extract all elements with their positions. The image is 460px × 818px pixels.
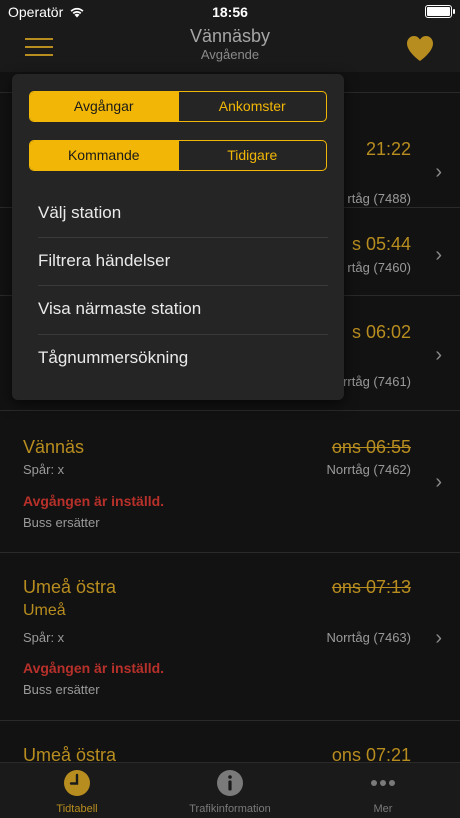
departure-time: ons 07:21 bbox=[331, 745, 411, 762]
destination: Vännäs bbox=[23, 437, 85, 457]
destination: Umeå östra bbox=[23, 745, 117, 762]
tab-traffic-info[interactable]: Trafikinformation bbox=[155, 769, 305, 815]
status-time: 18:56 bbox=[212, 4, 248, 20]
menu-item-nearest-station[interactable]: Visa närmaste station bbox=[38, 285, 328, 333]
segment-upcoming[interactable]: Kommande bbox=[30, 141, 178, 170]
train-number: rrtåg (7461) bbox=[343, 374, 411, 389]
chevron-right-icon: › bbox=[435, 471, 442, 493]
tab-timetable[interactable]: Tidtabell bbox=[2, 769, 152, 815]
dropdown-menu: Avgångar Ankomster Kommande Tidigare Väl… bbox=[12, 74, 344, 400]
departure-time: s 06:02 bbox=[351, 322, 411, 342]
menu-item-choose-station[interactable]: Välj station bbox=[38, 189, 328, 237]
chevron-right-icon: › bbox=[435, 344, 442, 366]
departure-row[interactable]: Umeå östra ons 07:21 bbox=[0, 720, 460, 762]
segment-arrivals[interactable]: Ankomster bbox=[177, 92, 327, 121]
battery-icon bbox=[425, 5, 455, 18]
bus-replacement: Buss ersätter bbox=[23, 682, 100, 697]
more-icon bbox=[371, 780, 395, 786]
segment-earlier[interactable]: Tidigare bbox=[177, 141, 327, 170]
departure-time: s 05:44 bbox=[351, 234, 411, 254]
favorite-heart-icon[interactable] bbox=[405, 34, 435, 62]
info-icon bbox=[217, 770, 243, 796]
tab-more[interactable]: Mer bbox=[308, 769, 458, 815]
destination: Umeå östra bbox=[23, 577, 117, 597]
train-number: rtåg (7488) bbox=[347, 191, 411, 206]
train-number: Norrtåg (7462) bbox=[326, 462, 411, 477]
bus-replacement: Buss ersätter bbox=[23, 515, 100, 530]
departure-time: 21:22 bbox=[365, 139, 411, 159]
tab-label: Mer bbox=[373, 803, 393, 815]
menu-item-filter-events[interactable]: Filtrera händelser bbox=[38, 237, 328, 285]
chevron-right-icon: › bbox=[435, 244, 442, 266]
track-info: Spår: x bbox=[23, 630, 65, 645]
chevron-right-icon: › bbox=[435, 161, 442, 183]
departure-time: ons 07:13 bbox=[331, 577, 411, 597]
departure-row[interactable]: Vännäs ons 06:55 Spår: x Norrtåg (7462) … bbox=[0, 410, 460, 552]
tab-bar: Tidtabell Trafikinformation Mer bbox=[0, 762, 460, 818]
train-number: Norrtåg (7463) bbox=[326, 630, 411, 645]
tab-label: Trafikinformation bbox=[189, 803, 271, 815]
train-number: rtåg (7460) bbox=[347, 260, 411, 275]
track-info: Spår: x bbox=[23, 462, 65, 477]
nav-bar: Vännäsby Avgående bbox=[0, 24, 460, 72]
menu-item-train-number-search[interactable]: Tågnummersökning bbox=[38, 334, 328, 382]
clock-icon bbox=[64, 770, 90, 796]
cancellation-notice: Avgången är inställd. bbox=[23, 660, 165, 676]
station-title: Vännäsby bbox=[189, 26, 271, 46]
segment-departures[interactable]: Avgångar bbox=[30, 92, 178, 121]
departure-time: ons 06:55 bbox=[331, 437, 411, 457]
time-segmented-control: Kommande Tidigare bbox=[29, 140, 327, 171]
departure-row[interactable]: Umeå östra ons 07:13 Umeå Spår: x Norrtå… bbox=[0, 552, 460, 720]
cancellation-notice: Avgången är inställd. bbox=[23, 493, 165, 509]
station-subtitle: Avgående bbox=[200, 47, 260, 62]
direction-segmented-control: Avgångar Ankomster bbox=[29, 91, 327, 122]
tab-label: Tidtabell bbox=[56, 803, 98, 815]
via-station: Umeå bbox=[23, 602, 66, 619]
status-bar: Operatör 18:56 bbox=[0, 0, 460, 24]
chevron-right-icon: › bbox=[435, 627, 442, 649]
